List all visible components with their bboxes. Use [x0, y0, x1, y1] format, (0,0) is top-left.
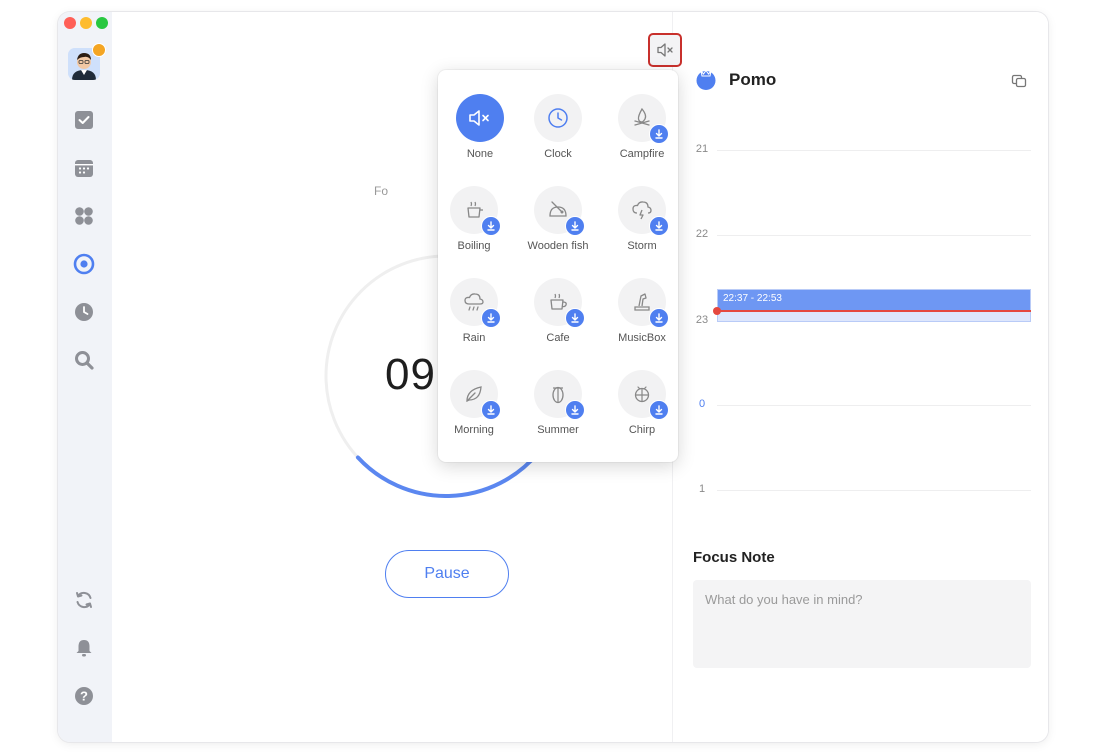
focus-label: Fo [374, 184, 389, 198]
sound-label: Clock [544, 148, 572, 160]
rain-icon [464, 293, 484, 311]
music-box-icon [634, 293, 650, 311]
wooden-fish-icon [549, 201, 567, 217]
sidebar-item-sync[interactable] [73, 589, 95, 611]
kettle-icon [467, 201, 483, 218]
sound-option-boiling[interactable]: Boiling [432, 186, 516, 266]
zoom-window-button[interactable] [96, 17, 108, 29]
clock-icon [548, 108, 568, 128]
close-window-button[interactable] [64, 17, 76, 29]
sync-icon [76, 592, 92, 608]
sound-label: Chirp [628, 424, 656, 436]
target-icon [73, 253, 95, 275]
sound-option-rain[interactable]: Rain [432, 278, 516, 358]
pause-button[interactable]: Pause [385, 550, 509, 598]
sound-label: MusicBox [618, 332, 666, 344]
calendar-icon [75, 160, 93, 177]
popout-icon[interactable] [1011, 72, 1027, 88]
sidebar-item-search[interactable] [73, 349, 95, 371]
sound-option-morning[interactable]: Morning [432, 370, 516, 450]
focus-note-title: Focus Note [693, 549, 775, 566]
current-time-line [717, 310, 1031, 312]
hour-label: 22 [695, 228, 709, 240]
four-squares-icon [75, 207, 93, 225]
download-icon [565, 308, 585, 328]
download-icon [649, 400, 669, 420]
timer-panel: Fo 09 Pause None Clock Campfire Boiling … [112, 12, 708, 742]
svg-text:?: ? [80, 689, 88, 704]
clock-icon [75, 303, 93, 321]
sound-label: Rain [462, 332, 486, 344]
sidebar-item-tasks[interactable] [73, 109, 95, 131]
sound-label: Storm [627, 240, 657, 252]
download-icon [481, 400, 501, 420]
focus-note-input[interactable] [693, 580, 1031, 668]
hour-label: 23 [695, 314, 709, 326]
campfire-icon [634, 107, 650, 126]
sound-option-storm[interactable]: Storm [600, 186, 684, 266]
help-icon: ? [75, 687, 93, 705]
search-icon [75, 351, 94, 370]
sound-label: Summer [537, 424, 579, 436]
download-icon [565, 216, 585, 236]
sound-label: None [466, 148, 494, 160]
bell-icon [76, 640, 92, 657]
download-icon [649, 216, 669, 236]
sound-option-clock[interactable]: Clock [516, 94, 600, 174]
download-icon [565, 400, 585, 420]
leaf-icon [466, 386, 482, 403]
sidebar-item-pomodoro[interactable] [73, 253, 95, 275]
sidebar-item-notifications[interactable] [73, 637, 95, 659]
sound-option-campfire[interactable]: Campfire [600, 94, 684, 174]
sidebar-item-calendar[interactable] [73, 157, 95, 179]
sidebar: ? [58, 12, 112, 742]
panel-title: Pomo [729, 70, 777, 89]
focus-session-block[interactable]: 22:37 - 22:53 [717, 289, 1031, 322]
sidebar-item-habit[interactable] [73, 301, 95, 323]
pomo-stats-panel: Pomo 21 22 23 0 1 22:37 - 22:53 Focus No… [672, 12, 1048, 742]
sound-label: Cafe [546, 332, 570, 344]
timer-display: 09 [385, 350, 436, 399]
premium-crown-icon [92, 43, 106, 57]
sound-option-cafe[interactable]: Cafe [516, 278, 600, 358]
window-controls [64, 17, 108, 29]
white-noise-menu: None Clock Campfire Boiling Wooden fish … [438, 70, 678, 462]
sound-label: Boiling [457, 240, 491, 252]
bug-icon [634, 386, 650, 403]
download-icon [481, 308, 501, 328]
current-time-dot [713, 307, 721, 315]
hour-label: 1 [698, 483, 706, 495]
minimize-window-button[interactable] [80, 17, 92, 29]
coffee-cup-icon [550, 293, 567, 310]
download-icon [649, 308, 669, 328]
sidebar-item-matrix[interactable] [73, 205, 95, 227]
checkbox-icon [75, 111, 93, 129]
sound-label: Wooden fish [527, 240, 589, 252]
hour-label: 21 [695, 143, 709, 155]
sound-option-wooden-fish[interactable]: Wooden fish [516, 186, 600, 266]
sound-toggle-button[interactable] [648, 33, 682, 67]
cicada-icon [552, 386, 564, 404]
sound-option-summer[interactable]: Summer [516, 370, 600, 450]
sound-option-chirp[interactable]: Chirp [600, 370, 684, 450]
sound-option-none[interactable]: None [438, 94, 522, 174]
download-icon [649, 124, 669, 144]
pomo-logo-icon [696, 69, 716, 90]
speaker-muted-icon [657, 43, 673, 57]
storm-icon [632, 201, 652, 220]
sidebar-item-help[interactable]: ? [73, 685, 95, 707]
sound-option-musicbox[interactable]: MusicBox [600, 278, 684, 358]
speaker-muted-icon [469, 110, 489, 126]
download-icon [481, 216, 501, 236]
sound-label: Campfire [619, 148, 665, 160]
sound-label: Morning [454, 424, 494, 436]
app-window: ? Fo 09 Pause None Clock Campfire Boilin… [58, 12, 1048, 742]
focus-session-time: 22:37 - 22:53 [723, 293, 782, 304]
hour-label-current: 0 [698, 398, 706, 410]
